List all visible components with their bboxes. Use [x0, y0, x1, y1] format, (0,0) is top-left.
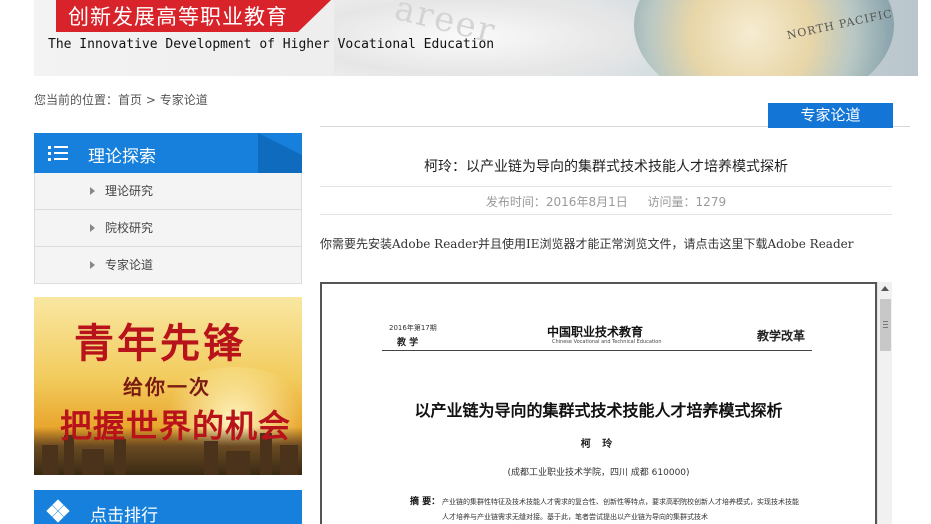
article-divider: [320, 186, 892, 187]
pdf-author: 柯 玲: [580, 439, 617, 450]
publish-date: 发布时间：2016年8月1日: [485, 195, 628, 209]
pdf-scrollbar[interactable]: [877, 282, 892, 524]
section-tag: 专家论道: [768, 103, 893, 128]
promo-banner[interactable]: 青年先锋 给你一次 把握世界的机会: [34, 297, 302, 475]
promo-line-3: 把握世界的机会: [60, 407, 292, 445]
pdf-journal-en: Chinese Vocational and Technical Educati…: [552, 339, 662, 345]
sidebar-header: 理论探索: [34, 133, 302, 173]
ranking-title: 点击排行: [90, 506, 158, 524]
ranking-header: 点击排行: [34, 490, 302, 524]
promo-line-2: 给你一次: [123, 375, 211, 399]
pdf-abstract: 产业链的集群性特征及技术技能人才需求的复合性、创新性等特点，要求高职院校创新人才…: [442, 498, 799, 521]
breadcrumb-home-link[interactable]: 首页: [118, 93, 142, 107]
pdf-column: 教学改革: [757, 329, 806, 343]
triangle-right-icon: [90, 261, 95, 269]
pdf-abstract-label: 摘 要：: [410, 497, 441, 507]
sidebar-title: 理论探索: [88, 147, 156, 167]
sidebar-item-expert-opinion[interactable]: 专家论道: [34, 247, 302, 284]
breadcrumb: 您当前的位置：首页 > 专家论道: [34, 91, 208, 108]
pdf-section: 教 学: [397, 338, 419, 348]
header-banner: areer NORTH PACIFIC 创新发展高等职业教育 The Innov…: [34, 0, 918, 76]
scroll-thumb[interactable]: [880, 299, 891, 351]
sidebar-item-theory-research[interactable]: 理论研究: [34, 173, 302, 210]
pdf-journal-name: 中国职业技术教育: [547, 325, 644, 339]
pdf-paper-title: 以产业链为导向的集群式技术技能人才培养模式探析: [414, 401, 783, 420]
view-count: 访问量：1279: [647, 195, 727, 209]
sidebar-nav: 理论探索 理论研究 院校研究 专家论道: [34, 133, 302, 284]
sidebar-item-label: 理论研究: [105, 184, 154, 198]
globe-decoration: [634, 0, 894, 76]
adobe-reader-notice[interactable]: 你需要先安装Adobe Reader并且使用IE浏览器才能正常浏览文件，请点击这…: [320, 230, 885, 259]
sidebar-item-label: 专家论道: [105, 258, 154, 272]
sidebar-item-label: 院校研究: [105, 221, 154, 235]
pdf-issue: 2016年第17期: [389, 324, 437, 332]
pdf-viewer[interactable]: 2016年第17期 教 学 中国职业技术教育 Chinese Vocationa…: [320, 282, 877, 524]
promo-line-1: 青年先锋: [74, 320, 246, 367]
list-icon: [48, 145, 68, 161]
sidebar-item-college-research[interactable]: 院校研究: [34, 210, 302, 247]
header-fold-decoration: [258, 133, 302, 173]
triangle-right-icon: [90, 224, 95, 232]
breadcrumb-prefix: 您当前的位置：: [34, 93, 119, 107]
triangle-right-icon: [90, 187, 95, 195]
pdf-header-rule: [382, 350, 812, 351]
pdf-affiliation: (成都工业职业技术学院，四川 成都 610000): [507, 468, 690, 478]
article-meta-divider: [320, 214, 892, 215]
banner-en-title: The Innovative Development of Higher Voc…: [48, 37, 495, 52]
breadcrumb-separator: >: [142, 93, 160, 107]
banner-cn-title: 创新发展高等职业教育: [68, 5, 288, 29]
scroll-up-icon[interactable]: [881, 286, 889, 291]
article-meta: 发布时间：2016年8月1日 访问量：1279: [320, 193, 892, 210]
article-title: 柯玲：以产业链为导向的集群式技术技能人才培养模式探析: [424, 159, 788, 175]
breadcrumb-current-link[interactable]: 专家论道: [160, 93, 208, 107]
